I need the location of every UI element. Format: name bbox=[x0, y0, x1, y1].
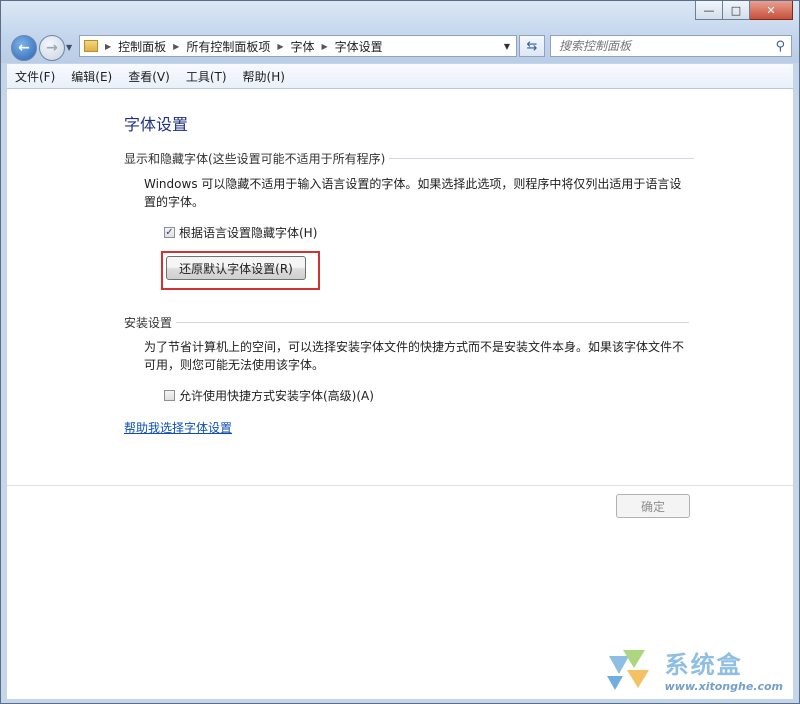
refresh-button[interactable]: ⇆ bbox=[519, 35, 545, 57]
restore-default-font-settings-button[interactable]: 还原默认字体设置(R) bbox=[166, 256, 306, 280]
address-dropdown-icon[interactable]: ▼ bbox=[504, 42, 510, 51]
show-hide-description: Windows 可以隐藏不适用于输入语言设置的字体。如果选择此选项，则程序中将仅… bbox=[144, 175, 699, 211]
ok-button[interactable]: 确定 bbox=[616, 494, 690, 518]
checkmark-icon: ✓ bbox=[165, 226, 174, 238]
group-divider bbox=[176, 322, 690, 323]
menu-file[interactable]: 文件(F) bbox=[7, 68, 63, 85]
search-box[interactable]: ⚲ bbox=[550, 35, 792, 57]
shortcut-install-checkbox[interactable] bbox=[164, 390, 175, 401]
description-line: 置的字体。 bbox=[144, 195, 205, 209]
recent-pages-dropdown[interactable]: ▼ bbox=[66, 43, 72, 52]
back-button[interactable]: ← bbox=[11, 35, 37, 61]
watermark-text: 系统盒 www.xitonghe.com bbox=[665, 645, 783, 693]
watermark-url: www.xitonghe.com bbox=[664, 680, 783, 693]
control-panel-window: — □ ✕ ← → ▼ ▶ 控制面板 ▶ 所有控制面板项 ▶ 字体 ▶ 字体设置… bbox=[0, 0, 800, 704]
description-line: Windows 可以隐藏不适用于输入语言设置的字体。如果选择此选项，则程序中将仅… bbox=[144, 177, 682, 191]
caption-buttons: — □ ✕ bbox=[695, 1, 793, 20]
breadcrumb-control-panel[interactable]: 控制面板 bbox=[118, 38, 166, 55]
search-input[interactable] bbox=[559, 39, 765, 53]
control-panel-folder-icon bbox=[84, 40, 98, 52]
show-hide-fonts-heading: 显示和隐藏字体(这些设置可能不适用于所有程序) bbox=[124, 152, 386, 166]
refresh-icon: ⇆ bbox=[526, 38, 538, 54]
menu-bar: 文件(F) 编辑(E) 查看(V) 工具(T) 帮助(H) bbox=[7, 64, 793, 89]
forward-button[interactable]: → bbox=[39, 35, 65, 61]
page-title: 字体设置 bbox=[124, 115, 189, 134]
watermark-name: 系统盒 bbox=[664, 651, 743, 679]
chevron-right-icon[interactable]: ▶ bbox=[322, 42, 328, 51]
shortcut-install-checkbox-label[interactable]: 允许使用快捷方式安装字体(高级)(A) bbox=[179, 387, 374, 404]
menu-view[interactable]: 查看(V) bbox=[120, 68, 178, 85]
help-choose-font-settings-link[interactable]: 帮助我选择字体设置 bbox=[124, 419, 232, 436]
chevron-right-icon[interactable]: ▶ bbox=[277, 42, 283, 51]
breadcrumb-font-settings[interactable]: 字体设置 bbox=[335, 38, 383, 55]
forward-arrow-icon: → bbox=[46, 40, 58, 56]
install-settings-heading: 安装设置 bbox=[124, 316, 173, 330]
watermark-logo-icon bbox=[606, 650, 649, 690]
install-description: 为了节省计算机上的空间，可以选择安装字体文件的快捷方式而不是安装文件本身。如果该… bbox=[144, 338, 699, 374]
install-settings-group: 安装设置 bbox=[124, 314, 690, 331]
close-button[interactable]: ✕ bbox=[750, 1, 793, 20]
group-divider bbox=[389, 158, 695, 159]
breadcrumb-all-items[interactable]: 所有控制面板项 bbox=[186, 38, 270, 55]
back-arrow-icon: ← bbox=[18, 40, 30, 56]
hide-fonts-checkbox-label[interactable]: 根据语言设置隐藏字体(H) bbox=[179, 224, 317, 241]
menu-tools[interactable]: 工具(T) bbox=[178, 68, 235, 85]
menu-help[interactable]: 帮助(H) bbox=[235, 68, 293, 85]
footer-divider bbox=[7, 485, 793, 486]
breadcrumb-fonts[interactable]: 字体 bbox=[291, 38, 315, 55]
minimize-button[interactable]: — bbox=[695, 1, 723, 20]
description-line: 可用，则您可能无法使用该字体。 bbox=[144, 358, 325, 372]
hide-fonts-checkbox[interactable]: ✓ bbox=[164, 227, 175, 238]
address-bar[interactable]: ▶ 控制面板 ▶ 所有控制面板项 ▶ 字体 ▶ 字体设置 ▼ bbox=[79, 35, 517, 57]
chevron-right-icon[interactable]: ▶ bbox=[105, 42, 111, 51]
description-line: 为了节省计算机上的空间，可以选择安装字体文件的快捷方式而不是安装文件本身。如果该… bbox=[144, 340, 685, 354]
chevron-right-icon[interactable]: ▶ bbox=[173, 42, 179, 51]
search-icon[interactable]: ⚲ bbox=[775, 39, 785, 54]
show-hide-fonts-group: 显示和隐藏字体(这些设置可能不适用于所有程序) bbox=[124, 150, 695, 167]
hide-fonts-checkbox-row[interactable]: ✓ 根据语言设置隐藏字体(H) bbox=[164, 224, 317, 241]
watermark: 系统盒 www.xitonghe.com bbox=[605, 645, 783, 693]
shortcut-install-checkbox-row[interactable]: 允许使用快捷方式安装字体(高级)(A) bbox=[164, 387, 374, 404]
menu-edit[interactable]: 编辑(E) bbox=[63, 68, 120, 85]
maximize-button[interactable]: □ bbox=[723, 1, 750, 20]
content-pane: 字体设置 显示和隐藏字体(这些设置可能不适用于所有程序) Windows 可以隐… bbox=[7, 89, 793, 699]
window-titlebar: — □ ✕ ← → ▼ ▶ 控制面板 ▶ 所有控制面板项 ▶ 字体 ▶ 字体设置… bbox=[1, 1, 799, 63]
